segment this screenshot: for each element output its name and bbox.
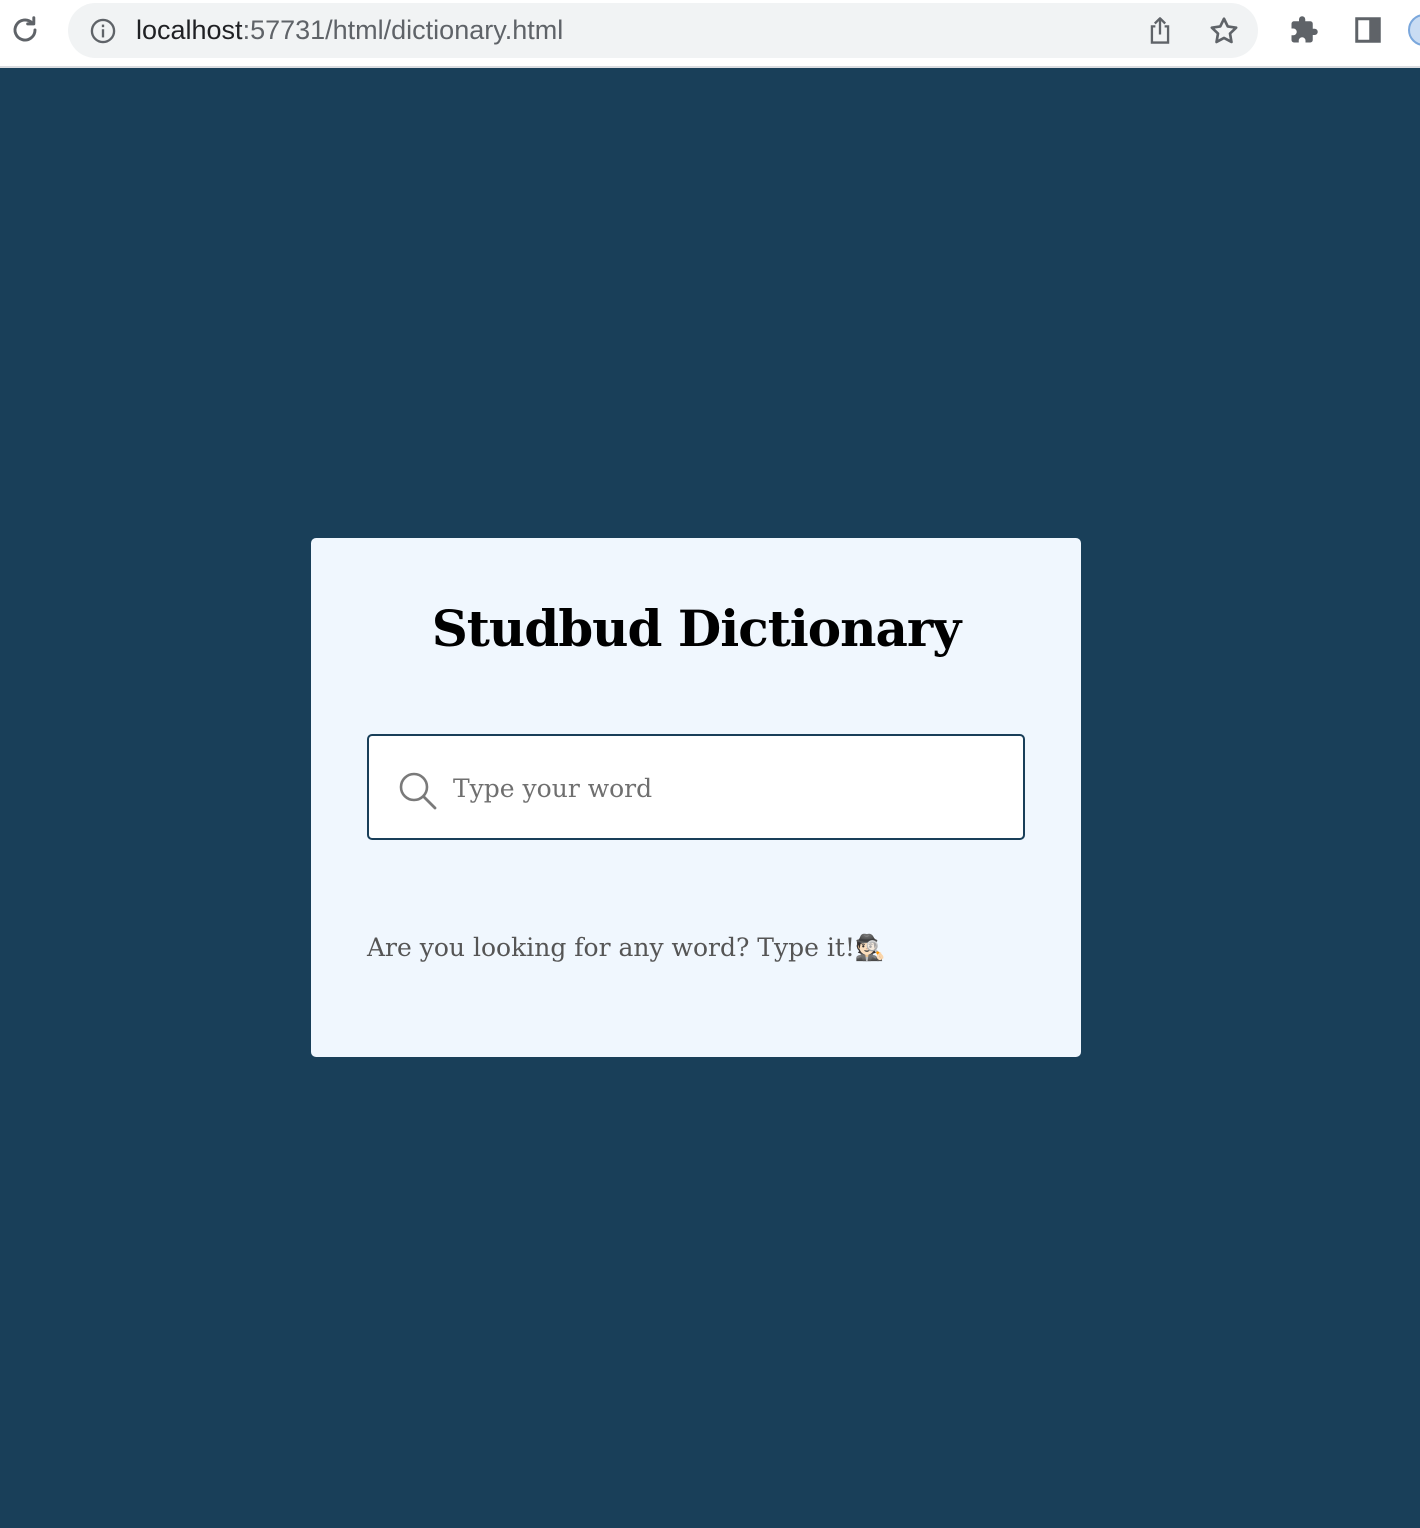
profile-avatar[interactable]: [1408, 14, 1420, 46]
url-host: localhost: [136, 15, 243, 45]
search-box[interactable]: [367, 734, 1025, 840]
info-icon[interactable]: [88, 16, 118, 46]
side-panel-icon[interactable]: [1352, 14, 1384, 46]
star-icon[interactable]: [1208, 15, 1240, 47]
search-icon: [399, 772, 437, 810]
reload-icon[interactable]: [8, 13, 42, 47]
url-text[interactable]: localhost:57731/html/dictionary.html: [136, 15, 563, 45]
dictionary-card: Studbud Dictionary Are you looking for a…: [311, 538, 1081, 1057]
share-icon[interactable]: [1144, 15, 1176, 47]
url-path: :57731/html/dictionary.html: [242, 15, 564, 45]
hint-text: Are you looking for any word? Type it!🕵🏻: [367, 933, 887, 962]
page-viewport: Studbud Dictionary Are you looking for a…: [0, 68, 1420, 1528]
extensions-icon[interactable]: [1288, 14, 1320, 46]
address-bar[interactable]: localhost:57731/html/dictionary.html: [68, 3, 1258, 58]
browser-toolbar: localhost:57731/html/dictionary.html: [0, 0, 1420, 68]
search-input[interactable]: [453, 762, 993, 814]
page-title: Studbud Dictionary: [431, 599, 962, 658]
